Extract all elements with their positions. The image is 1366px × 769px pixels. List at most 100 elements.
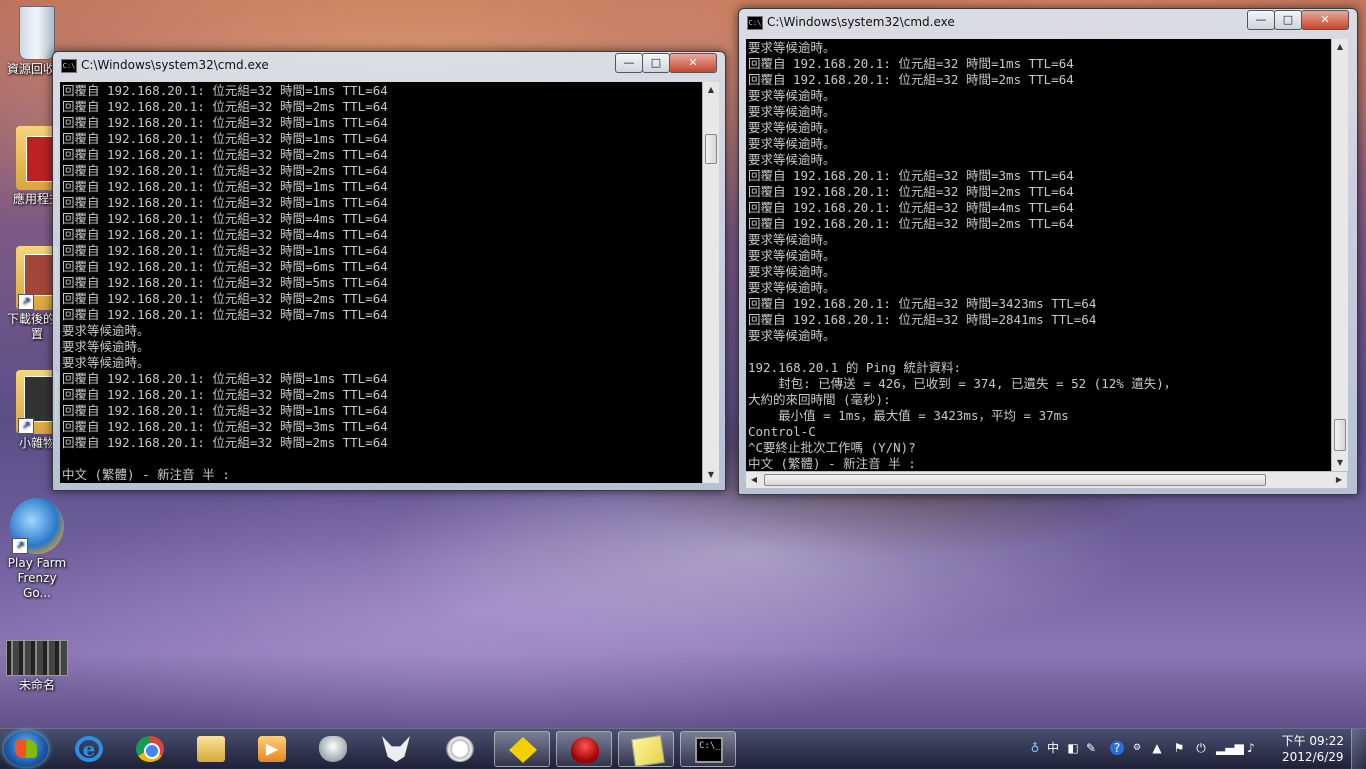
console-output[interactable]: 回覆自 192.168.20.1: 位元組=32 時間=1ms TTL=64 回…: [60, 82, 702, 483]
sticky-notes-icon: [631, 735, 665, 767]
file-icon: [6, 640, 68, 676]
console-line: 要求等候逾時。: [748, 120, 836, 135]
close-button[interactable]: ✕: [669, 53, 717, 73]
cmd-window-right[interactable]: C:\ C:\Windows\system32\cmd.exe — □ ✕ 要求…: [738, 8, 1358, 495]
console-line: 要求等候逾時。: [62, 339, 150, 354]
yellow-app-icon: [509, 737, 537, 763]
power-icon[interactable]: ⏻: [1194, 741, 1208, 755]
vertical-scrollbar[interactable]: ▲ ▼: [702, 82, 719, 483]
desktop-icon-label: 未命名: [18, 678, 55, 692]
console-line: 回覆自 192.168.20.1: 位元組=32 時間=3ms TTL=64: [748, 168, 1074, 183]
internet-explorer-icon: e: [75, 736, 103, 762]
cmd-icon: C:\_: [695, 737, 723, 763]
desktop-icon-label: Play Farm Frenzy Go...: [7, 556, 67, 600]
taskbar-app-red[interactable]: [556, 731, 612, 767]
console-line: Control-C: [748, 424, 816, 439]
action-center-flag-icon[interactable]: ⚑: [1172, 741, 1186, 755]
taskbar-app-media-player[interactable]: ▶: [244, 731, 300, 767]
taskbar-app-gauge[interactable]: [432, 731, 488, 767]
console-line: 要求等候逾時。: [748, 104, 836, 119]
scroll-up-arrow-icon[interactable]: ▲: [703, 82, 719, 98]
volume-icon[interactable]: ♪: [1244, 741, 1258, 755]
ime-language-indicator[interactable]: 中: [1046, 741, 1060, 755]
console-line: 回覆自 192.168.20.1: 位元組=32 時間=2ms TTL=64: [62, 163, 388, 178]
console-output[interactable]: 要求等候逾時。 回覆自 192.168.20.1: 位元組=32 時間=1ms …: [746, 39, 1331, 471]
taskbar-app-game[interactable]: [305, 731, 361, 767]
scroll-right-arrow-icon[interactable]: ▶: [1331, 472, 1347, 488]
console-line: 要求等候逾時。: [748, 136, 836, 151]
ime-options-icon[interactable]: ⚙: [1130, 741, 1144, 755]
window-title: C:\Windows\system32\cmd.exe: [81, 58, 269, 72]
console-line: 要求等候逾時。: [748, 328, 836, 343]
cmd-icon: C:\: [747, 16, 763, 30]
console-line: 192.168.20.1 的 Ping 統計資料:: [748, 360, 962, 375]
chrome-icon: [136, 736, 164, 762]
ime-tools-icon[interactable]: ✎: [1084, 741, 1098, 755]
taskbar-app-yellow[interactable]: [494, 731, 550, 767]
console-line: 回覆自 192.168.20.1: 位元組=32 時間=3ms TTL=64: [62, 419, 388, 434]
console-line: 回覆自 192.168.20.1: 位元組=32 時間=4ms TTL=64: [62, 227, 388, 242]
minimize-button[interactable]: —: [615, 53, 643, 73]
scroll-thumb[interactable]: [705, 134, 717, 164]
console-line: 回覆自 192.168.20.1: 位元組=32 時間=1ms TTL=64: [62, 195, 388, 210]
console-text: 要求等候逾時。 回覆自 192.168.20.1: 位元組=32 時間=1ms …: [746, 39, 1331, 471]
media-player-icon: ▶: [258, 736, 286, 762]
taskbar-app-sticky-notes[interactable]: [618, 731, 674, 767]
cmd-icon: C:\: [61, 59, 77, 73]
console-line: 回覆自 192.168.20.1: 位元組=32 時間=7ms TTL=64: [62, 307, 388, 322]
system-tray: ♁ 中 ◧ ✎ ? ⚙ ▲ ⚑ ⏻ ▂▄▆ ♪: [1022, 729, 1272, 769]
start-button[interactable]: [4, 731, 48, 767]
maximize-button[interactable]: □: [1274, 10, 1302, 30]
console-line: 回覆自 192.168.20.1: 位元組=32 時間=1ms TTL=64: [62, 83, 388, 98]
console-line: 最小值 = 1ms，最大值 = 3423ms，平均 = 37ms: [748, 408, 1069, 423]
explorer-icon: [197, 736, 225, 762]
taskbar-app-fox[interactable]: [368, 731, 424, 767]
title-bar[interactable]: C:\ C:\Windows\system32\cmd.exe — □ ✕: [53, 52, 725, 80]
red-app-icon: [571, 737, 599, 763]
desktop-icon-play-farm-frenzy[interactable]: ↗ Play Farm Frenzy Go...: [2, 498, 72, 601]
maximize-button[interactable]: □: [642, 53, 670, 73]
title-bar[interactable]: C:\ C:\Windows\system32\cmd.exe — □ ✕: [739, 9, 1357, 37]
console-line: 回覆自 192.168.20.1: 位元組=32 時間=2841ms TTL=6…: [748, 312, 1097, 327]
console-line: 回覆自 192.168.20.1: 位元組=32 時間=1ms TTL=64: [62, 243, 388, 258]
console-line: 回覆自 192.168.20.1: 位元組=32 時間=1ms TTL=64: [62, 371, 388, 386]
scroll-left-arrow-icon[interactable]: ◀: [746, 472, 762, 488]
network-signal-icon[interactable]: ▂▄▆: [1216, 741, 1244, 755]
clock[interactable]: 下午 09:22 2012/6/29: [1282, 733, 1344, 765]
show-desktop-button[interactable]: [1351, 729, 1366, 769]
console-line: 回覆自 192.168.20.1: 位元組=32 時間=4ms TTL=64: [748, 200, 1074, 215]
game-shortcut-icon: ↗: [10, 498, 64, 554]
recycle-bin-icon: [19, 6, 55, 60]
console-line: 要求等候逾時。: [748, 264, 836, 279]
window-title: C:\Windows\system32\cmd.exe: [767, 15, 955, 29]
show-hidden-icons-icon[interactable]: ▲: [1150, 741, 1164, 755]
console-line: 回覆自 192.168.20.1: 位元組=32 時間=6ms TTL=64: [62, 259, 388, 274]
windows-logo-icon: [15, 740, 37, 758]
ime-icon[interactable]: ♁: [1028, 741, 1042, 755]
taskbar: e ▶ C:\_ ♁ 中 ◧ ✎ ? ⚙ ▲ ⚑ ⏻ ▂▄▆ ♪ 下午 09:2…: [0, 728, 1366, 769]
half-width-icon[interactable]: ◧: [1066, 741, 1080, 755]
clock-time: 下午 09:22: [1281, 734, 1344, 748]
scroll-thumb[interactable]: [1334, 419, 1346, 451]
minimize-button[interactable]: —: [1247, 10, 1275, 30]
scroll-down-arrow-icon[interactable]: ▼: [1332, 455, 1348, 471]
vertical-scrollbar[interactable]: ▲ ▼: [1331, 39, 1348, 471]
console-text: 回覆自 192.168.20.1: 位元組=32 時間=1ms TTL=64 回…: [60, 82, 702, 483]
horizontal-scrollbar[interactable]: ◀ ▶: [746, 471, 1347, 488]
close-button[interactable]: ✕: [1301, 10, 1349, 30]
taskbar-app-explorer[interactable]: [183, 731, 239, 767]
help-icon[interactable]: ?: [1110, 741, 1124, 755]
scroll-down-arrow-icon[interactable]: ▼: [703, 467, 719, 483]
taskbar-app-internet-explorer[interactable]: e: [61, 731, 117, 767]
console-line: 要求等候逾時。: [62, 355, 150, 370]
console-line: 回覆自 192.168.20.1: 位元組=32 時間=5ms TTL=64: [62, 275, 388, 290]
taskbar-app-chrome[interactable]: [122, 731, 178, 767]
speed-gauge-icon: [446, 736, 474, 762]
console-line: 回覆自 192.168.20.1: 位元組=32 時間=4ms TTL=64: [62, 211, 388, 226]
taskbar-app-cmd[interactable]: C:\_: [680, 731, 736, 767]
scroll-up-arrow-icon[interactable]: ▲: [1332, 39, 1348, 55]
scroll-thumb[interactable]: [764, 474, 1266, 486]
cmd-window-left[interactable]: C:\ C:\Windows\system32\cmd.exe — □ ✕ 回覆…: [52, 51, 726, 491]
desktop-icon-untitled[interactable]: 未命名: [2, 640, 72, 693]
game-controller-icon: [319, 736, 347, 762]
